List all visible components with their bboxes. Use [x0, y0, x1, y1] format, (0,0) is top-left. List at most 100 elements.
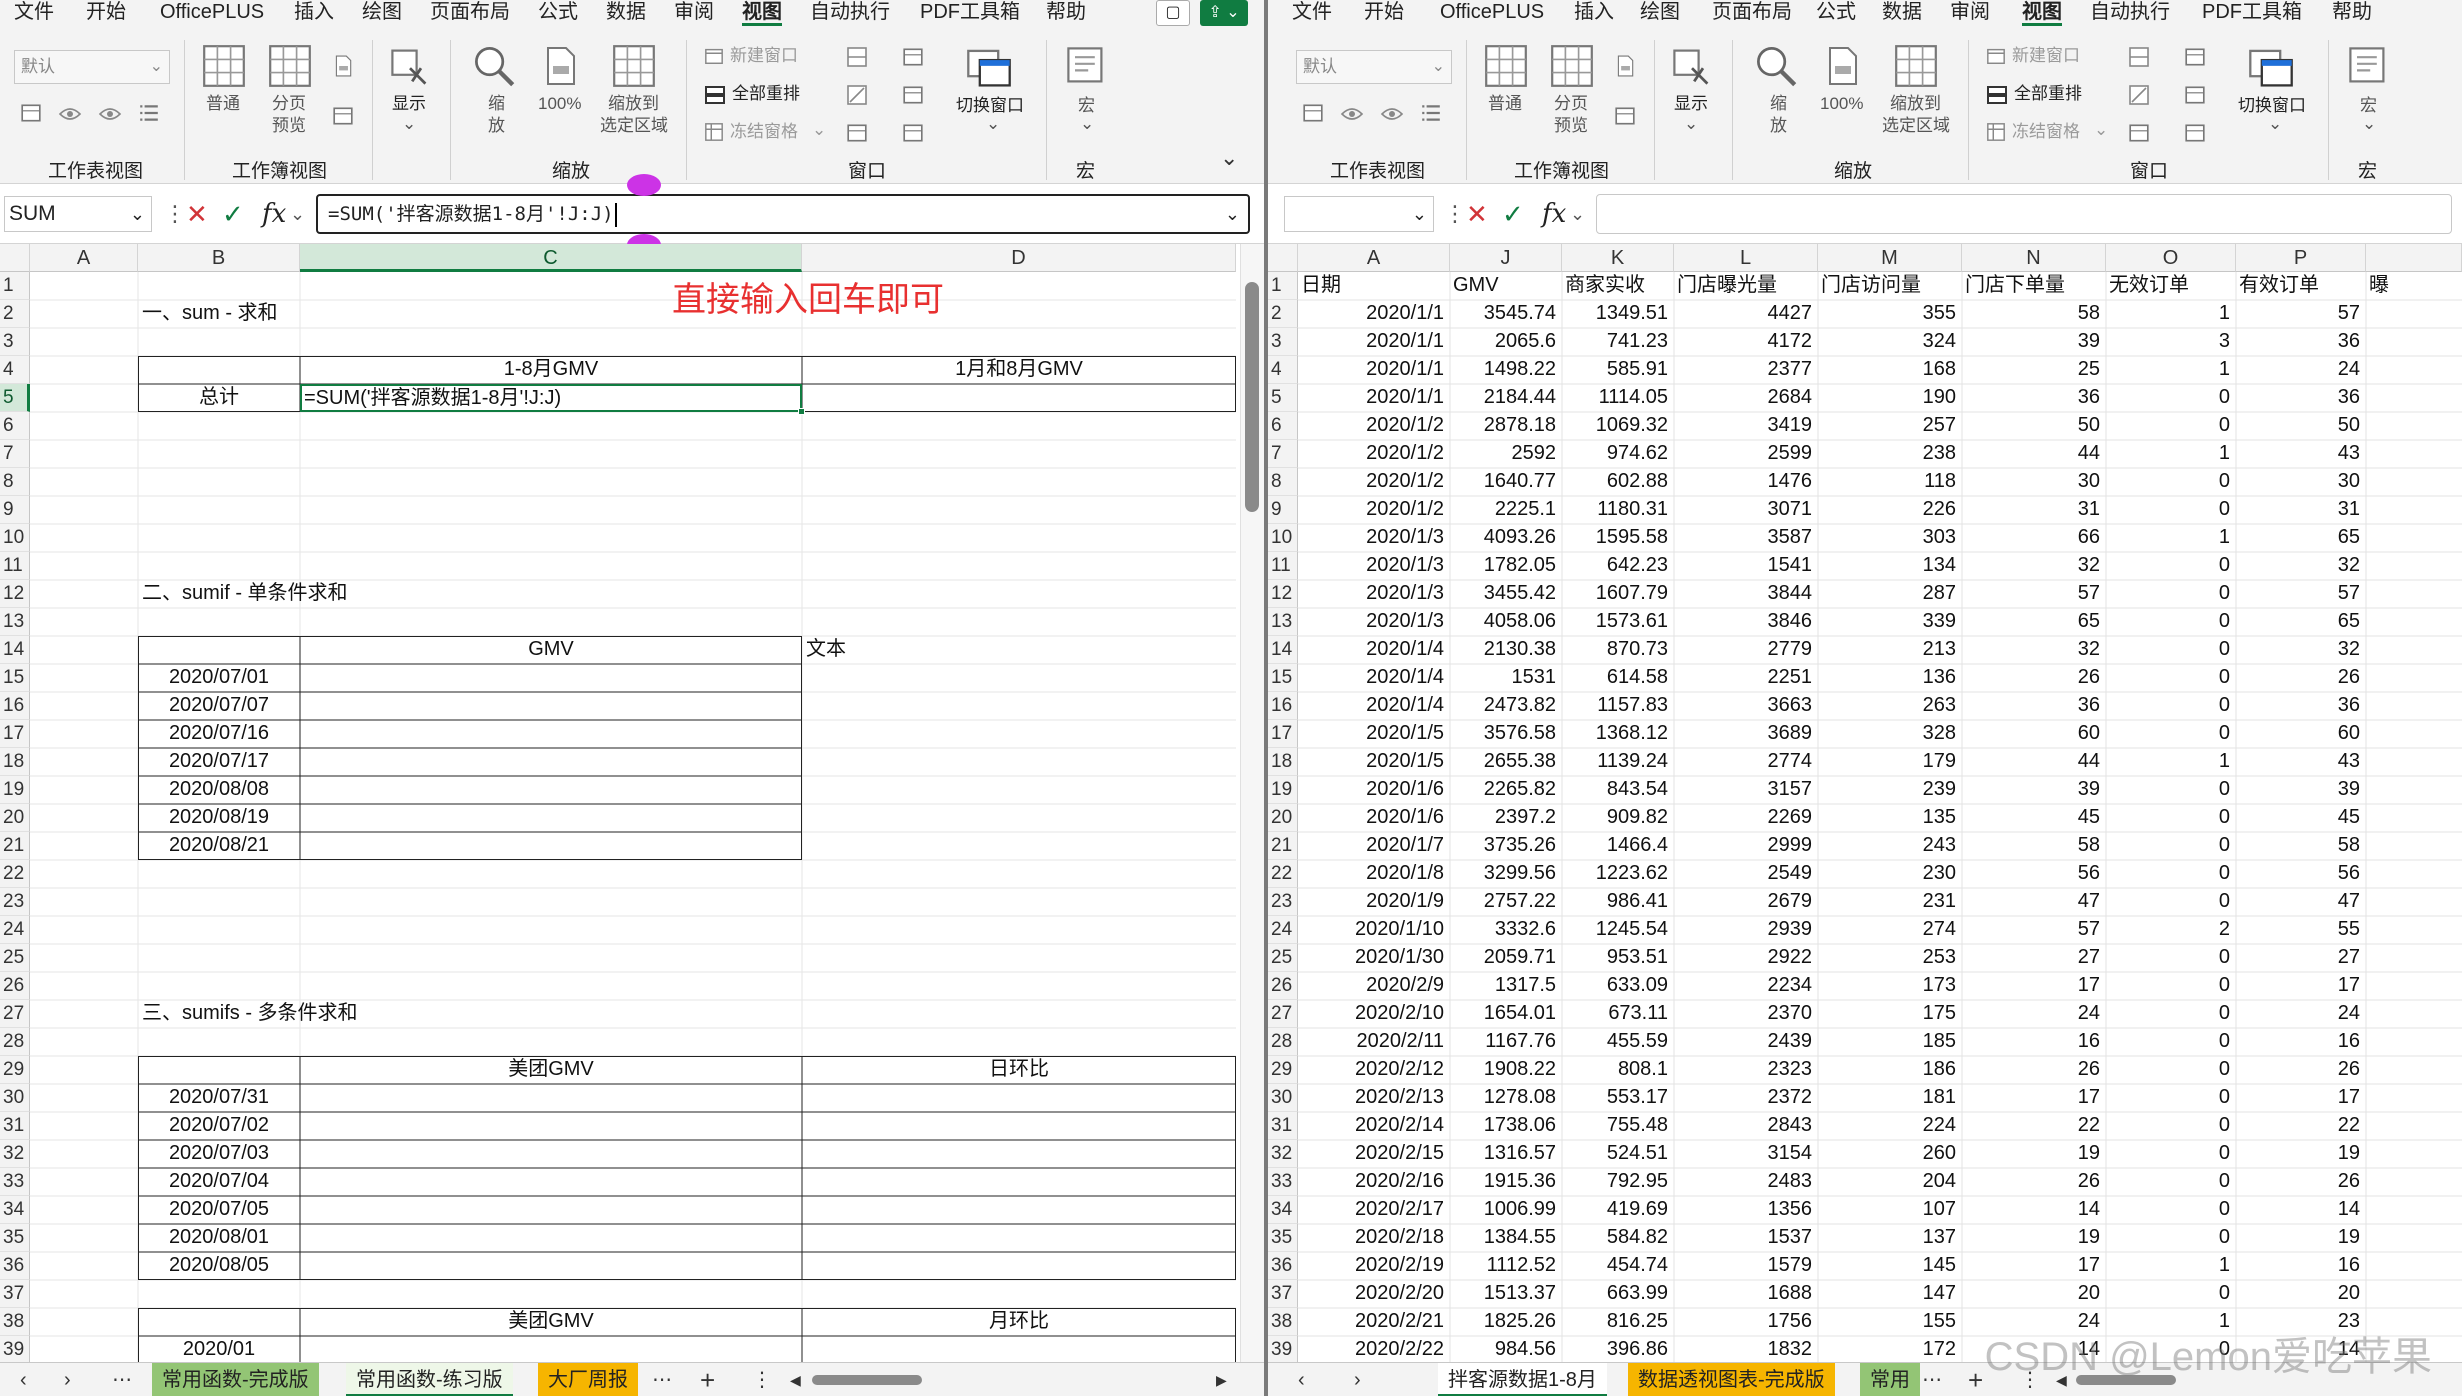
date-cell[interactable]: 2020/1/7 — [1298, 832, 1444, 860]
value-cell[interactable]: 0 — [2106, 804, 2230, 832]
chevron-down-icon[interactable]: ⌄ — [2094, 120, 2108, 140]
value-cell[interactable]: 137 — [1818, 1224, 1956, 1252]
row-header[interactable]: 3 — [1268, 328, 1298, 356]
column-title[interactable]: 无效订单 — [2109, 272, 2235, 300]
value-cell[interactable]: 324 — [1818, 328, 1956, 356]
value-cell[interactable]: 2684 — [1674, 384, 1813, 412]
value-cell[interactable]: 60 — [1962, 720, 2100, 748]
value-cell[interactable]: 57 — [1962, 916, 2100, 944]
value-cell[interactable]: 239 — [1818, 776, 1956, 804]
worksheet-grid[interactable]: A B C D 1 2 3 4 5 6 7 8 9 10 11 12 13 14 15 16 17 18 19 20 21 22 2… — [0, 244, 1264, 1362]
show-button[interactable]: 显示 — [392, 94, 426, 114]
value-cell[interactable]: 2184.44 — [1450, 384, 1556, 412]
value-cell[interactable]: 1607.79 — [1562, 580, 1668, 608]
row-header[interactable]: 15 — [0, 664, 30, 692]
row-header[interactable]: 10 — [1268, 524, 1298, 552]
row-header[interactable]: 18 — [0, 748, 30, 776]
value-cell[interactable]: 870.73 — [1562, 636, 1668, 664]
menu-tab-1[interactable]: 开始 — [1364, 0, 1404, 24]
column-title[interactable]: 门店下单量 — [1965, 272, 2105, 300]
value-cell[interactable]: 642.23 — [1562, 552, 1668, 580]
value-cell[interactable]: 1 — [2106, 1252, 2230, 1280]
value-cell[interactable]: 30 — [1962, 468, 2100, 496]
date-cell[interactable]: 2020/2/14 — [1298, 1112, 1444, 1140]
normal-view-button[interactable]: 普通 — [206, 94, 240, 114]
value-cell[interactable]: 633.09 — [1562, 972, 1668, 1000]
value-cell[interactable]: 0 — [2106, 1000, 2230, 1028]
menu-tab-11[interactable]: PDF工具箱 — [2202, 0, 2302, 24]
column-header-C[interactable]: C — [300, 244, 802, 272]
value-cell[interactable]: 0 — [2106, 412, 2230, 440]
new-window-button[interactable]: 新建窗口 — [2012, 46, 2080, 66]
value-cell[interactable]: 36 — [2236, 328, 2360, 356]
value-cell[interactable]: 58 — [1962, 832, 2100, 860]
row-header[interactable]: 21 — [1268, 832, 1298, 860]
value-cell[interactable]: 26 — [2236, 1168, 2360, 1196]
row-header[interactable]: 18 — [1268, 748, 1298, 776]
row-header[interactable]: 9 — [0, 496, 30, 524]
sheet-tab-practice[interactable]: 常用函数-练习版 — [346, 1363, 513, 1396]
value-cell[interactable]: 974.62 — [1562, 440, 1668, 468]
row-header[interactable]: 37 — [1268, 1280, 1298, 1308]
column-header-L[interactable]: L — [1674, 244, 1818, 272]
value-cell[interactable]: 287 — [1818, 580, 1956, 608]
value-cell[interactable]: 118 — [1818, 468, 1956, 496]
value-cell[interactable]: 396.86 — [1562, 1336, 1668, 1362]
value-cell[interactable]: 1595.58 — [1562, 524, 1668, 552]
column-header-D[interactable]: D — [802, 244, 1236, 272]
value-cell[interactable]: 2130.38 — [1450, 636, 1556, 664]
value-cell[interactable]: 553.17 — [1562, 1084, 1668, 1112]
value-cell[interactable]: 984.56 — [1450, 1336, 1556, 1362]
chevron-down-icon[interactable]: ⌄ — [1570, 198, 1585, 230]
row-header[interactable]: 32 — [1268, 1140, 1298, 1168]
menu-tab-3[interactable]: 插入 — [1574, 0, 1614, 24]
value-cell[interactable]: 181 — [1818, 1084, 1956, 1112]
menu-tab-1[interactable]: 开始 — [86, 0, 126, 24]
date-cell[interactable]: 2020/1/6 — [1298, 776, 1444, 804]
value-cell[interactable]: 741.23 — [1562, 328, 1668, 356]
value-cell[interactable]: 32 — [1962, 552, 2100, 580]
value-cell[interactable]: 1738.06 — [1450, 1112, 1556, 1140]
value-cell[interactable]: 168 — [1818, 356, 1956, 384]
value-cell[interactable]: 2269 — [1674, 804, 1813, 832]
date-cell[interactable]: 2020/1/3 — [1298, 552, 1444, 580]
value-cell[interactable]: 1 — [2106, 300, 2230, 328]
value-cell[interactable]: 14 — [1962, 1196, 2100, 1224]
sheet-tab-common[interactable]: 常用 — [1860, 1363, 1920, 1396]
value-cell[interactable]: 1167.76 — [1450, 1028, 1556, 1056]
tab-more-icon[interactable]: ⋯ — [1922, 1363, 1942, 1396]
column-header-partial[interactable] — [2366, 244, 2462, 272]
value-cell[interactable]: 43 — [2236, 440, 2360, 468]
value-cell[interactable]: 2251 — [1674, 664, 1813, 692]
insert-function-button[interactable]: fx — [1542, 198, 1566, 230]
value-cell[interactable]: 24 — [2236, 356, 2360, 384]
row-header[interactable]: 3 — [0, 328, 30, 356]
date-cell[interactable]: 2020/1/2 — [1298, 468, 1444, 496]
value-cell[interactable]: 454.74 — [1562, 1252, 1668, 1280]
row-header[interactable]: 23 — [0, 888, 30, 916]
tab-next-icon[interactable]: › — [1354, 1363, 1361, 1396]
value-cell[interactable]: 3332.6 — [1450, 916, 1556, 944]
chevron-down-icon[interactable]: ⌄ — [1225, 196, 1240, 232]
column-header-A[interactable]: A — [1298, 244, 1450, 272]
arrange-all-button[interactable]: 全部重排 — [2014, 84, 2082, 104]
page-break-button[interactable]: 分页 — [272, 94, 306, 114]
row-header[interactable]: 29 — [0, 1056, 30, 1084]
value-cell[interactable]: 30 — [2236, 468, 2360, 496]
options-icon[interactable]: ⋮ — [752, 1363, 772, 1396]
value-cell[interactable]: 4427 — [1674, 300, 1813, 328]
value-cell[interactable]: 0 — [2106, 776, 2230, 804]
row-header[interactable]: 26 — [1268, 972, 1298, 1000]
row-header[interactable]: 25 — [0, 944, 30, 972]
column-title[interactable]: 门店曝光量 — [1677, 272, 1817, 300]
value-cell[interactable]: 1006.99 — [1450, 1196, 1556, 1224]
row-header[interactable]: 7 — [0, 440, 30, 468]
value-cell[interactable]: 0 — [2106, 496, 2230, 524]
chevron-down-icon[interactable]: ⌄ — [1432, 51, 1445, 83]
value-cell[interactable]: 16 — [2236, 1028, 2360, 1056]
value-cell[interactable]: 1654.01 — [1450, 1000, 1556, 1028]
value-cell[interactable]: 19 — [2236, 1224, 2360, 1252]
value-cell[interactable]: 260 — [1818, 1140, 1956, 1168]
value-cell[interactable]: 0 — [2106, 552, 2230, 580]
date-cell[interactable]: 2020/2/9 — [1298, 972, 1444, 1000]
